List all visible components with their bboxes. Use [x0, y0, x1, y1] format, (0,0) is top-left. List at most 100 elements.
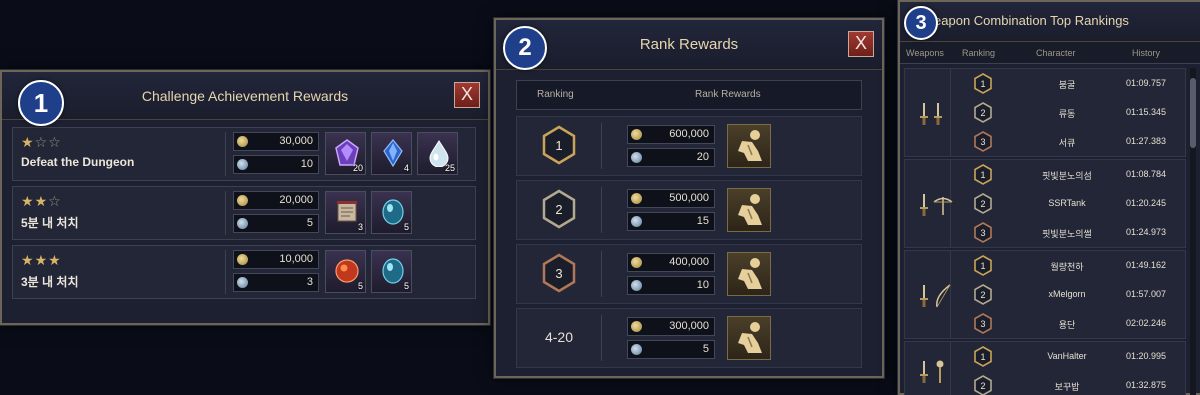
rank-medal-icon: 2 — [541, 189, 577, 231]
close-button[interactable]: X — [848, 31, 874, 57]
panel-title: Weapon Combination Top Rankings — [922, 13, 1129, 28]
star-icon: ★ — [21, 252, 35, 268]
weapon-combo-group: 1 VanHalter 01:20.995 2 보꾸밥 01:32.875 — [904, 341, 1186, 395]
gold-coin-icon — [237, 136, 248, 147]
gold-currency-amount: 600,000 — [627, 125, 715, 144]
gold-currency-amount: 30,000 — [233, 132, 319, 151]
column-header-rank-rewards: Rank Rewards — [695, 89, 761, 100]
reward-item-tile[interactable]: 4 — [371, 132, 412, 175]
clear-time: 01:27.383 — [1125, 136, 1167, 146]
item-quantity: 20 — [352, 163, 363, 173]
column-header-history: History — [1132, 48, 1161, 58]
clear-time: 01:24.973 — [1125, 227, 1167, 237]
weapon-combo-group: 1 월량천하 01:49.162 2 xMelgorn 01:57.007 3 용단 02:02… — [904, 250, 1186, 339]
kneeling-figure-icon[interactable] — [727, 252, 771, 296]
ranking-row[interactable]: 3 용단 02:02.246 — [951, 309, 1187, 338]
kneeling-figure-icon[interactable] — [727, 316, 771, 360]
star-icon: ☆ — [48, 134, 62, 150]
scrollbar[interactable] — [1190, 68, 1196, 395]
scroll-thumb[interactable] — [1190, 78, 1196, 148]
ranking-row[interactable]: 1 VanHalter 01:20.995 — [951, 342, 1187, 371]
ranking-row[interactable]: 2 류동 01:15.345 — [951, 98, 1187, 127]
ranking-row[interactable]: 3 핏빛분노의썰 01:24.973 — [951, 218, 1187, 247]
rank-number: 2 — [980, 381, 985, 391]
kneeling-figure-icon[interactable] — [727, 124, 771, 168]
amount-value: 20,000 — [279, 194, 313, 206]
achievement-row: ★☆☆ Defeat the Dungeon 30,000 10 20 4 25 — [12, 127, 476, 181]
clear-time: 01:09.757 — [1125, 78, 1167, 88]
character-name: 핏빛분노의썰 — [1042, 229, 1092, 239]
ranking-row[interactable]: 2 SSRTank 01:20.245 — [951, 189, 1187, 218]
character-name: xMelgorn — [1048, 289, 1086, 299]
star-icon: ★ — [48, 252, 62, 268]
panel-header: Challenge Achievement Rewards X — [2, 72, 488, 120]
weapon-combo-icons — [905, 251, 951, 338]
silver-coin-icon — [631, 280, 642, 291]
rank-number: 3 — [980, 137, 985, 147]
weapon-combo-icons — [905, 69, 951, 156]
character-name: 용단 — [1058, 320, 1076, 330]
rank-reward-row: 3 400,000 10 — [516, 244, 862, 304]
rank-number: 1 — [980, 261, 985, 271]
reward-item-tile[interactable]: 5 — [371, 191, 412, 234]
close-button[interactable]: X — [454, 82, 480, 108]
weapon-combo-icons — [905, 342, 951, 395]
ranking-row[interactable]: 2 보꾸밥 01:32.875 — [951, 371, 1187, 395]
rank-number: 2 — [980, 108, 985, 118]
reward-item-tile[interactable]: 3 — [325, 191, 366, 234]
ranking-row[interactable]: 1 붐굴 01:09.757 — [951, 69, 1187, 98]
callout-badge-2: 2 — [503, 26, 547, 70]
ranking-row[interactable]: 1 핏빛분노의섬 01:08.784 — [951, 160, 1187, 189]
scroll-icon — [334, 198, 360, 226]
blue-orb-icon — [380, 257, 406, 285]
reward-item-tile[interactable]: 25 — [417, 132, 458, 175]
column-header-weapons: Weapons — [906, 48, 944, 58]
silver-coin-icon — [237, 159, 248, 170]
amount-value: 15 — [696, 215, 709, 227]
divider — [601, 187, 602, 233]
rank-number: 2 — [980, 199, 985, 209]
silver-coin-icon — [237, 277, 248, 288]
rankings-table-header: Weapons Ranking Character History — [900, 42, 1200, 64]
rank-medal-icon: 2 — [974, 375, 992, 395]
weapon-combo-group: 1 붐굴 01:09.757 2 류동 01:15.345 3 서큐 01:27.383 — [904, 68, 1186, 157]
column-header-ranking: Ranking — [537, 89, 574, 100]
rank-table-header: Ranking Rank Rewards — [516, 80, 862, 110]
clear-time: 01:49.162 — [1125, 260, 1167, 270]
rank-range: 4-20 — [544, 329, 574, 345]
rank-number: 3 — [555, 266, 562, 281]
star-icon: ★ — [21, 134, 35, 150]
reward-item-tile[interactable]: 5 — [325, 250, 366, 293]
rank-number: 1 — [555, 138, 562, 153]
reward-item-tile[interactable]: 20 — [325, 132, 366, 175]
character-name: 붐굴 — [1058, 80, 1076, 90]
rank-medal-icon: 1 — [541, 125, 577, 167]
amount-value: 400,000 — [669, 256, 709, 268]
item-quantity: 5 — [357, 281, 363, 291]
character-name: 핏빛분노의섬 — [1042, 171, 1092, 181]
achievement-label: 5분 내 처치 — [21, 216, 79, 230]
silver-currency-amount: 5 — [233, 214, 319, 233]
achievement-label: Defeat the Dungeon — [21, 155, 135, 169]
rank-medal-icon: 3 — [974, 313, 992, 334]
divider — [225, 191, 226, 235]
challenge-rewards-panel: Challenge Achievement Rewards X ★ ☆ ☆ Defea… — [0, 70, 490, 325]
callout-badge-3: 3 — [904, 6, 938, 40]
amount-value: 500,000 — [669, 192, 709, 204]
rank-rewards-panel: Rank Rewards X Ranking Rank Rewards 1 600… — [494, 18, 884, 378]
star-icon: ☆ — [48, 193, 62, 209]
rank-medal-icon: 3 — [974, 222, 992, 243]
silver-coin-icon — [631, 152, 642, 163]
ranking-row[interactable]: 1 월량천하 01:49.162 — [951, 251, 1187, 280]
reward-item-tile[interactable]: 5 — [371, 250, 412, 293]
star-rating: ★★★ — [21, 252, 62, 269]
divider — [225, 132, 226, 176]
rank-number: 1 — [980, 79, 985, 89]
ranking-row[interactable]: 3 서큐 01:27.383 — [951, 127, 1187, 156]
silver-coin-icon — [631, 344, 642, 355]
character-name: 류동 — [1058, 109, 1076, 119]
kneeling-figure-icon[interactable] — [727, 188, 771, 232]
ranking-row[interactable]: 2 xMelgorn 01:57.007 — [951, 280, 1187, 309]
clear-time: 01:57.007 — [1125, 289, 1167, 299]
item-quantity: 4 — [403, 163, 409, 173]
